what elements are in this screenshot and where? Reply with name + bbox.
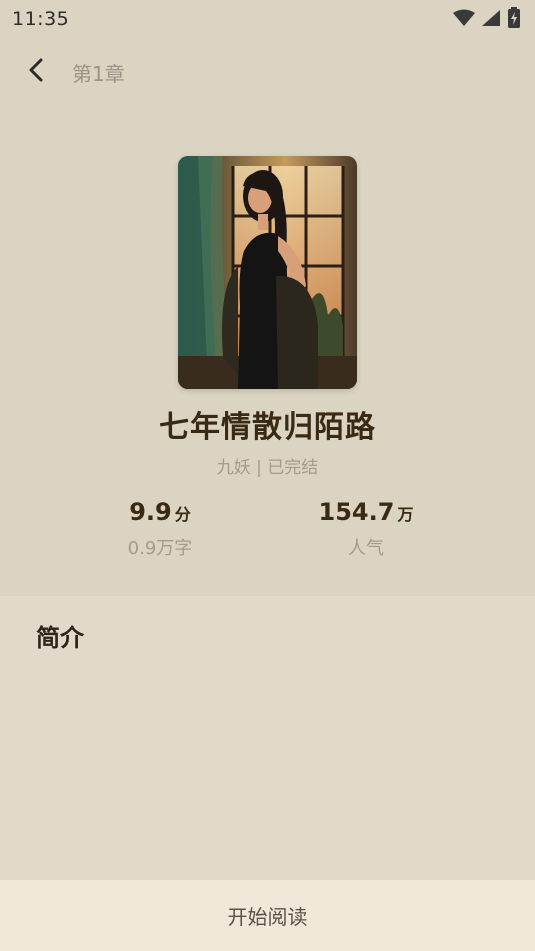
popularity-value: 154.7 (318, 498, 395, 526)
status-icons (453, 6, 521, 30)
wifi-icon (453, 9, 475, 26)
rating-value: 9.9 (129, 498, 172, 526)
word-count: 0.9万字 (127, 538, 193, 559)
cover-illustration (178, 156, 357, 389)
book-title: 七年情散归陌路 (159, 410, 376, 445)
popularity-unit: 万 (397, 505, 414, 524)
chapter-label[interactable]: 第1章 (72, 58, 125, 87)
book-author-status: 九妖 | 已完结 (216, 458, 319, 478)
back-button[interactable] (22, 56, 50, 84)
start-reading-button[interactable]: 开始阅读 (208, 893, 328, 938)
intro-title: 简介 (36, 624, 84, 652)
status-bar: 11:35 (0, 0, 535, 36)
book-cover (178, 156, 357, 389)
popularity-stat: 154.7 万 人气 (286, 498, 446, 560)
battery-charging-icon (508, 7, 520, 28)
status-time: 11:35 (12, 8, 70, 30)
rating-unit: 分 (174, 505, 191, 524)
intro-panel: 简介 (0, 596, 535, 880)
header: 第1章 (0, 40, 535, 100)
popularity-label: 人气 (348, 538, 384, 559)
signal-icon (482, 10, 500, 26)
chevron-left-icon (29, 58, 43, 82)
rating-stat: 9.9 分 0.9万字 (80, 498, 240, 560)
bottom-bar: 开始阅读 (0, 880, 535, 951)
